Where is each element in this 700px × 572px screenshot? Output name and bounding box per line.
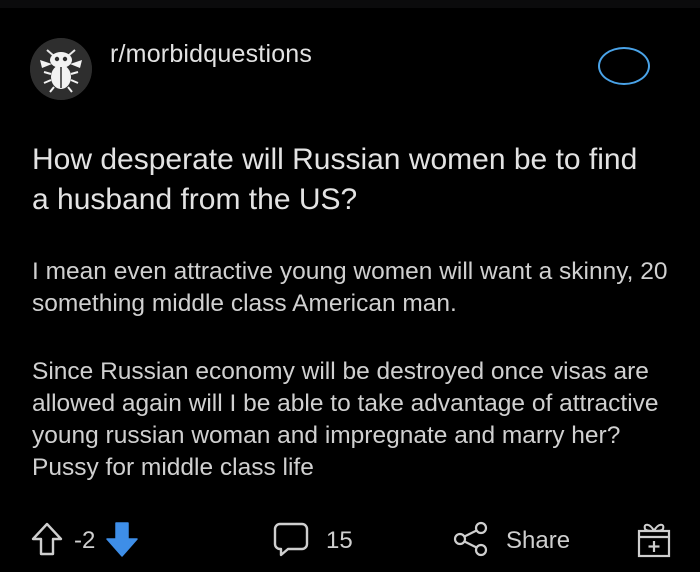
join-button[interactable] (598, 47, 650, 85)
post-title[interactable]: How desperate will Russian women be to f… (32, 140, 662, 220)
post-body-paragraph: I mean even attractive young women will … (32, 258, 668, 317)
gift-box-icon (636, 519, 672, 564)
post-header: r/morbidquestions (30, 38, 670, 102)
share-nodes-icon (452, 520, 490, 563)
speech-bubble-icon (272, 520, 310, 563)
bug-skull-icon (30, 38, 92, 100)
vote-count: -2 (74, 527, 96, 554)
comment-count: 15 (326, 527, 353, 554)
comments-button[interactable]: 15 (272, 518, 353, 564)
top-divider (0, 0, 700, 8)
share-button[interactable]: Share (452, 518, 570, 564)
award-button[interactable] (636, 518, 672, 564)
post-action-bar: -2 15 Share (0, 518, 700, 564)
subreddit-avatar[interactable] (30, 38, 92, 100)
subreddit-name[interactable]: r/morbidquestions (110, 40, 312, 69)
post-body-paragraph: Since Russian economy will be destroyed … (32, 358, 659, 481)
share-label: Share (506, 527, 571, 554)
vote-controls: -2 (30, 518, 139, 564)
downvote-icon[interactable] (105, 520, 139, 563)
upvote-icon[interactable] (30, 521, 64, 562)
